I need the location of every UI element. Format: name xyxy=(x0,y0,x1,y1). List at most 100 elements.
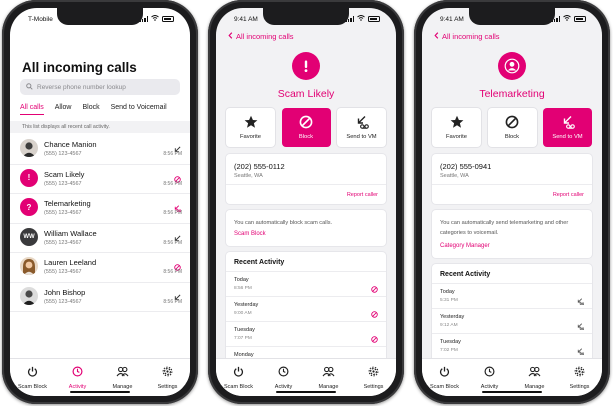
tab-scam-block[interactable]: Scam Block xyxy=(424,364,466,396)
call-time: 8:56 PM xyxy=(163,180,182,187)
tab-all-calls[interactable]: All calls xyxy=(20,104,44,115)
caller-title: Telemarketing xyxy=(479,88,545,100)
search-input[interactable]: Reverse phone number lookup xyxy=(20,79,180,95)
favorite-button[interactable]: Favorite xyxy=(226,108,275,147)
caller-number: (555) 123-4567 xyxy=(44,151,82,157)
power-icon xyxy=(439,364,450,382)
clock-icon xyxy=(72,364,83,382)
avatar xyxy=(20,286,38,305)
caller-number: (555) 123-4567 xyxy=(44,239,82,246)
block-icon xyxy=(299,115,313,131)
tab-settings[interactable]: Settings xyxy=(353,364,395,396)
wifi-icon xyxy=(357,15,365,23)
caller-name: Chance Manion xyxy=(44,140,97,149)
people-icon xyxy=(322,364,335,382)
notch xyxy=(263,8,349,25)
search-placeholder: Reverse phone number lookup xyxy=(37,83,126,91)
chevron-left-icon xyxy=(228,32,233,41)
report-caller-link[interactable]: Report caller xyxy=(553,192,584,198)
favorite-button[interactable]: Favorite xyxy=(432,108,481,147)
initials-avatar: WW xyxy=(20,227,38,246)
power-icon xyxy=(27,364,38,382)
call-time: 8:56 PM xyxy=(163,298,182,305)
recent-activity-heading: Recent Activity xyxy=(234,259,285,266)
info-text: You can automatically send telemarketing… xyxy=(440,220,569,236)
home-indicator xyxy=(482,390,542,393)
battery-icon xyxy=(162,16,174,22)
call-time: 8:56 PM xyxy=(163,151,182,157)
clock-icon xyxy=(484,364,495,382)
tab-scam-block[interactable]: Scam Block xyxy=(218,364,260,396)
star-icon xyxy=(244,115,258,131)
call-row[interactable]: Chance Manion (555) 123-4567 8:56 PM xyxy=(10,135,190,165)
back-link[interactable]: All incoming calls xyxy=(228,32,294,41)
caller-number: (555) 123-4567 xyxy=(44,210,82,216)
info-card: You can automatically send telemarketing… xyxy=(432,210,592,258)
tab-allow[interactable]: Allow xyxy=(55,104,72,115)
caller-name: John Bishop xyxy=(44,287,86,297)
caller-name: Lauren Leeland xyxy=(44,258,97,267)
back-link[interactable]: All incoming calls xyxy=(434,32,500,41)
person-icon xyxy=(498,52,526,80)
page-title: All incoming calls xyxy=(22,60,137,75)
caller-name: Scam Likely xyxy=(44,169,85,179)
clock-time: 9:41 AM xyxy=(234,15,258,23)
send-to-vm-button[interactable]: Send to VM xyxy=(337,108,386,147)
search-icon xyxy=(26,82,37,92)
gear-icon xyxy=(574,364,585,382)
activity-row: Yesterday 9:00 AM xyxy=(226,296,386,321)
category-manager-link[interactable]: Category Manager xyxy=(440,243,490,249)
gear-icon xyxy=(162,364,173,382)
activity-row: Tuesday 7:07 PM xyxy=(226,321,386,346)
list-hint: This list displays all recent call activ… xyxy=(10,121,190,133)
people-icon xyxy=(116,364,129,382)
block-button[interactable]: Block xyxy=(281,108,331,147)
activity-row: Today 5:31 PM xyxy=(432,283,592,308)
call-list: Chance Manion (555) 123-4567 8:56 PM ! S… xyxy=(10,135,190,312)
wifi-icon xyxy=(563,15,571,23)
call-row[interactable]: ! Scam Likely (555) 123-4567 8:56 PM xyxy=(10,165,190,194)
tab-scam-block[interactable]: Scam Block xyxy=(12,364,54,396)
phone-all-calls: T-Mobile All incoming calls Reverse phon… xyxy=(2,0,198,404)
caller-number: (555) 123-4567 xyxy=(44,298,82,305)
call-row[interactable]: John Bishop (555) 123-4567 8:56 PM xyxy=(10,283,190,312)
avatar xyxy=(20,139,38,157)
send-to-vm-button[interactable]: Send to VM xyxy=(543,108,592,147)
activity-row: Yesterday 9:12 AM xyxy=(432,308,592,333)
caller-number: (555) 123-4567 xyxy=(44,180,82,187)
scam-alert-icon xyxy=(292,52,320,80)
clock-icon xyxy=(278,364,289,382)
send-to-vm-icon xyxy=(560,115,575,131)
block-button[interactable]: Block xyxy=(487,108,537,147)
phone-telemarketing-detail: 9:41 AM All incoming calls Telemarketing… xyxy=(414,0,610,404)
screen-scam-detail: 9:41 AM All incoming calls Scam Likely F… xyxy=(216,8,396,396)
scam-block-link[interactable]: Scam Block xyxy=(234,231,266,237)
people-icon xyxy=(528,364,541,382)
screen-telemarketing-detail: 9:41 AM All incoming calls Telemarketing… xyxy=(422,8,602,396)
tab-settings[interactable]: Settings xyxy=(147,364,189,396)
tab-block[interactable]: Block xyxy=(82,104,99,115)
avatar xyxy=(20,257,38,275)
call-time: 8:56 PM xyxy=(163,210,182,216)
phone-number: (202) 555-0941 xyxy=(440,162,492,171)
action-buttons: Favorite Block Send to VM xyxy=(432,108,592,147)
recent-activity-card: Recent Activity Today 5:31 PM Yesterday … xyxy=(432,264,592,372)
call-row[interactable]: ? Telemarketing (555) 123-4567 8:56 PM xyxy=(10,194,190,224)
battery-icon xyxy=(368,16,380,22)
power-icon xyxy=(233,364,244,382)
location: Seattle, WA xyxy=(440,173,469,179)
chevron-left-icon xyxy=(434,32,439,41)
call-row[interactable]: Lauren Leeland (555) 123-4567 8:56 PM xyxy=(10,253,190,283)
caller-number: (555) 123-4567 xyxy=(44,269,82,275)
tab-send-to-voicemail[interactable]: Send to Voicemail xyxy=(111,104,167,115)
location: Seattle, WA xyxy=(234,173,263,179)
report-caller-link[interactable]: Report caller xyxy=(347,192,378,198)
contact-card: (202) 555-0941 Seattle, WA Report caller xyxy=(432,154,592,204)
caller-name: Telemarketing xyxy=(44,199,91,208)
gear-icon xyxy=(368,364,379,382)
call-row[interactable]: WW William Wallace (555) 123-4567 8:56 P… xyxy=(10,224,190,253)
home-indicator xyxy=(276,390,336,393)
star-icon xyxy=(450,115,464,131)
tab-settings[interactable]: Settings xyxy=(559,364,601,396)
filter-tabs: All calls Allow Block Send to Voicemail xyxy=(20,104,184,115)
